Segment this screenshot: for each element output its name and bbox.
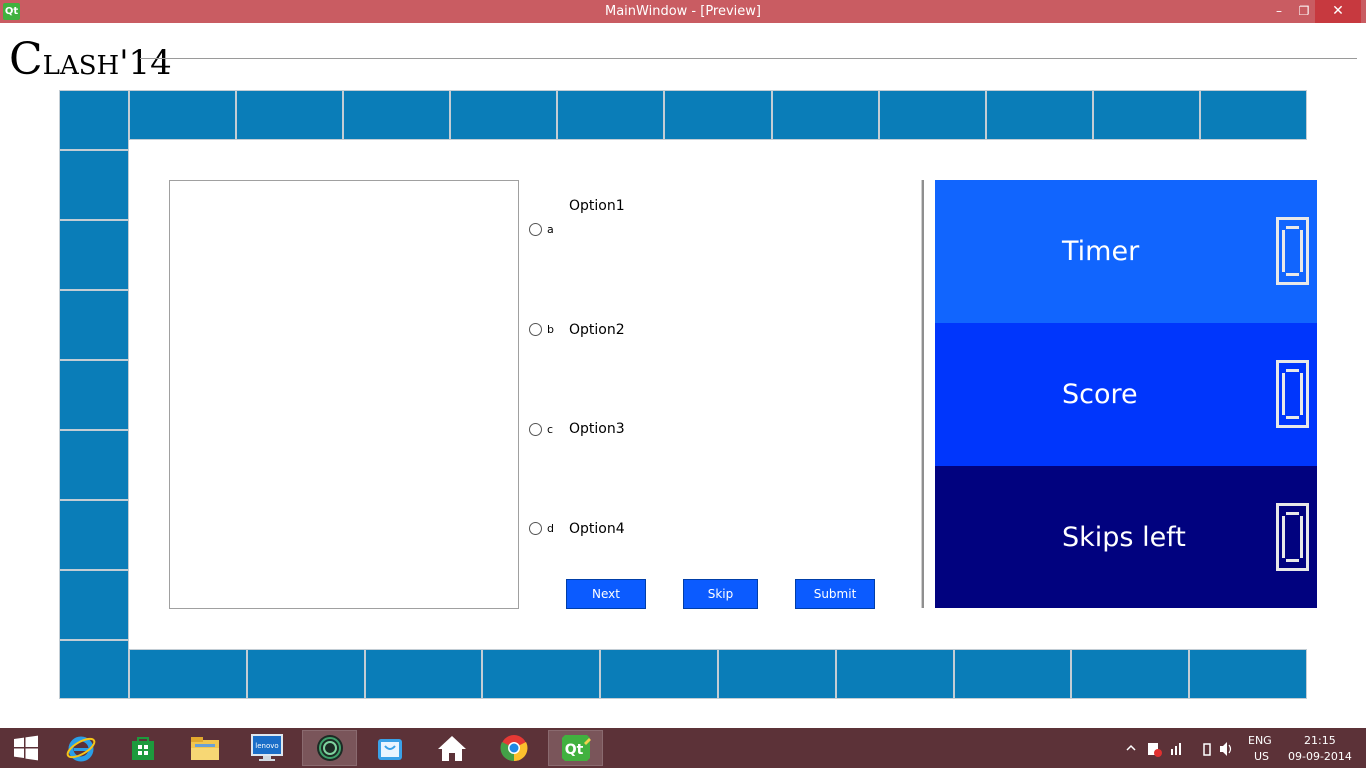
option-c-letter: c: [547, 423, 554, 436]
board-tile: [59, 220, 129, 290]
logo-year: '14: [119, 43, 172, 83]
score-lcd-display: [1276, 360, 1309, 428]
board-tile: [59, 150, 129, 220]
lenovo-icon[interactable]: lenovo: [241, 730, 293, 766]
chrome-icon[interactable]: [488, 730, 540, 766]
file-explorer-icon[interactable]: [179, 730, 231, 766]
option-a-letter: a: [547, 223, 554, 236]
clock-date: 09-09-2014: [1288, 750, 1352, 763]
board-tile: [482, 649, 600, 699]
option-a-radio[interactable]: [529, 223, 542, 236]
language-text: ENG: [1248, 734, 1272, 747]
qt-creator-icon[interactable]: Qt: [548, 730, 603, 766]
window-title: MainWindow - [Preview]: [605, 4, 761, 19]
clock[interactable]: 21:15 09-09-2014: [1282, 728, 1362, 768]
option-b-label: Option2: [569, 322, 625, 338]
option-a-label: Option1: [569, 198, 625, 214]
vertical-separator: [921, 180, 924, 608]
title-bar: Qt MainWindow - [Preview] – ❐ ✕: [0, 0, 1366, 23]
region-text: US: [1254, 750, 1270, 763]
skip-button[interactable]: Skip: [683, 579, 758, 609]
option-b-radio[interactable]: [529, 323, 542, 336]
board-tile: [1071, 649, 1189, 699]
board-tile: [236, 90, 343, 140]
board-tile: [247, 649, 365, 699]
board-tile: [59, 430, 129, 500]
board-tile: [343, 90, 450, 140]
logo-initial: C: [9, 34, 43, 85]
skips-left-panel: Skips left: [935, 466, 1317, 608]
board-tile: [129, 649, 247, 699]
board-tile: [59, 360, 129, 430]
skips-left-label: Skips left: [1062, 522, 1186, 553]
timer-panel: Timer: [935, 180, 1317, 323]
board-tile: [600, 649, 718, 699]
option-c-radio[interactable]: [529, 423, 542, 436]
option-d-radio[interactable]: [529, 522, 542, 535]
board-tile: [59, 500, 129, 570]
board-tile: [986, 90, 1093, 140]
language-indicator[interactable]: ENG US: [1244, 728, 1278, 768]
submit-button[interactable]: Submit: [795, 579, 875, 609]
battery-icon: [1203, 743, 1211, 756]
lenovo-icon-text: lenovo: [255, 742, 278, 750]
board-tile: [954, 649, 1071, 699]
score-label: Score: [1062, 379, 1138, 410]
board-tile: [836, 649, 954, 699]
board-tile: [557, 90, 664, 140]
network-icon: [1171, 749, 1173, 755]
score-panel: Score: [935, 323, 1317, 466]
option-d-label: Option4: [569, 521, 625, 537]
board-tile: [772, 90, 879, 140]
board-tile: [59, 640, 129, 699]
store-icon[interactable]: [117, 730, 169, 766]
timer-label: Timer: [1062, 236, 1140, 267]
board-tile: [59, 570, 129, 640]
shopping-bag-icon[interactable]: [364, 730, 416, 766]
board-tile: [1200, 90, 1307, 140]
clock-time: 21:15: [1304, 734, 1336, 747]
internet-explorer-icon[interactable]: [55, 730, 107, 766]
show-hidden-icons-icon: [1126, 744, 1136, 751]
system-tray: [1124, 728, 1234, 768]
board-tile: [129, 90, 236, 140]
board-tile: [664, 90, 772, 140]
board-tile: [450, 90, 557, 140]
close-button[interactable]: ✕: [1315, 0, 1361, 23]
start-icon[interactable]: [0, 730, 52, 766]
skips-left-lcd-display: [1276, 503, 1309, 571]
option-d-letter: d: [547, 522, 554, 535]
option-b-letter: b: [547, 323, 554, 336]
volume-icon: [1220, 742, 1227, 756]
timer-lcd-display: [1276, 217, 1309, 285]
board-tile: [879, 90, 986, 140]
next-button[interactable]: Next: [566, 579, 646, 609]
option-c-label: Option3: [569, 421, 625, 437]
board-tile: [1093, 90, 1200, 140]
header-divider: [140, 58, 1357, 59]
board-tile: [1189, 649, 1307, 699]
clash-logo: CLASH'14: [9, 38, 172, 85]
logo-letters: LASH: [42, 51, 120, 81]
board-tile: [59, 290, 129, 360]
circle-app-icon[interactable]: [302, 730, 357, 766]
question-display: [169, 180, 519, 609]
board-tile: [59, 90, 129, 150]
board-tile: [718, 649, 836, 699]
board-tile: [365, 649, 482, 699]
home-icon[interactable]: [426, 730, 478, 766]
qt-icon-text: Qt: [564, 742, 583, 758]
